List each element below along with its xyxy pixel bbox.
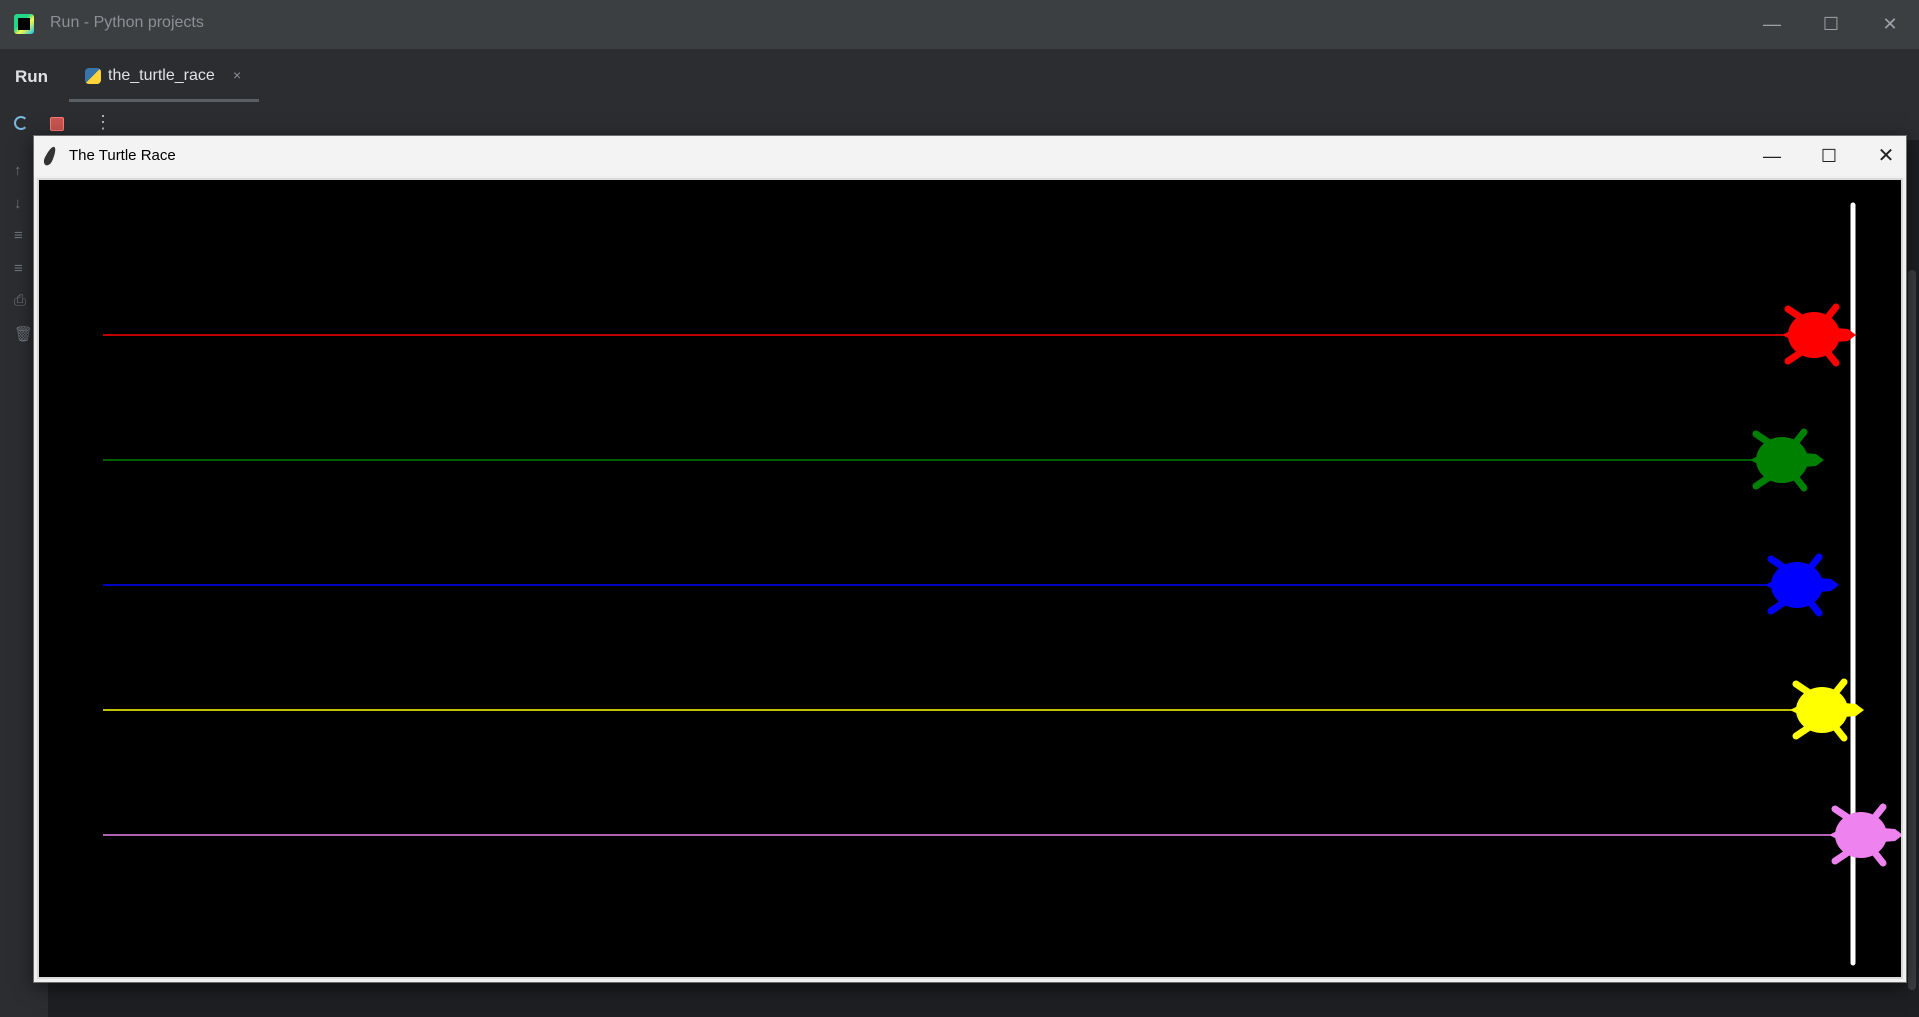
run-tab-label: the_turtle_race	[108, 67, 215, 84]
run-panel-header: Run the_turtle_race ×	[0, 50, 1919, 103]
tab-close-icon[interactable]: ×	[233, 67, 241, 83]
turtle-violet	[1829, 803, 1901, 867]
ide-window-title: Run - Python projects	[50, 14, 204, 31]
race-canvas-svg	[103, 202, 1901, 966]
ide-close-button[interactable]: ✕	[1870, 10, 1910, 38]
turtle-canvas	[37, 178, 1903, 979]
turtle-green	[1750, 428, 1824, 492]
ide-minimize-button[interactable]: —	[1752, 10, 1792, 38]
rerun-icon[interactable]	[14, 116, 28, 130]
output-scrollbar[interactable]	[1908, 270, 1916, 990]
ide-maximize-button[interactable]: ☐	[1811, 10, 1851, 38]
ide-titlebar: Run - Python projects — ☐ ✕	[0, 0, 1919, 49]
scroll-to-end-icon[interactable]: ≡	[14, 260, 34, 277]
turtle-blue	[1765, 553, 1839, 617]
trash-icon[interactable]: 🗑	[14, 325, 34, 343]
turtle-red	[1782, 303, 1856, 367]
more-options-icon[interactable]: ⋮	[94, 113, 112, 131]
run-panel-label: Run	[15, 67, 49, 86]
run-gutter: ↑ ↓ ≡ ≡ ⎙ 🗑	[0, 140, 36, 1017]
turtle-window-title: The Turtle Race	[69, 147, 176, 164]
turtle-maximize-button[interactable]: ☐	[1806, 142, 1852, 170]
turtle-close-button[interactable]: ✕	[1863, 142, 1909, 170]
turtle-window: The Turtle Race — ☐ ✕	[33, 135, 1907, 983]
arrow-up-icon[interactable]: ↑	[14, 162, 34, 179]
feather-icon	[42, 145, 58, 167]
stop-icon[interactable]	[50, 117, 64, 131]
turtle-window-titlebar[interactable]: The Turtle Race — ☐ ✕	[34, 136, 1906, 176]
turtle-minimize-button[interactable]: —	[1749, 142, 1795, 170]
arrow-down-icon[interactable]: ↓	[14, 195, 34, 212]
python-file-icon	[85, 68, 101, 84]
soft-wrap-icon[interactable]: ≡	[14, 227, 34, 244]
tab-the-turtle-race[interactable]: the_turtle_race ×	[69, 50, 259, 102]
print-icon[interactable]: ⎙	[14, 292, 34, 309]
pycharm-app-icon	[14, 14, 34, 34]
